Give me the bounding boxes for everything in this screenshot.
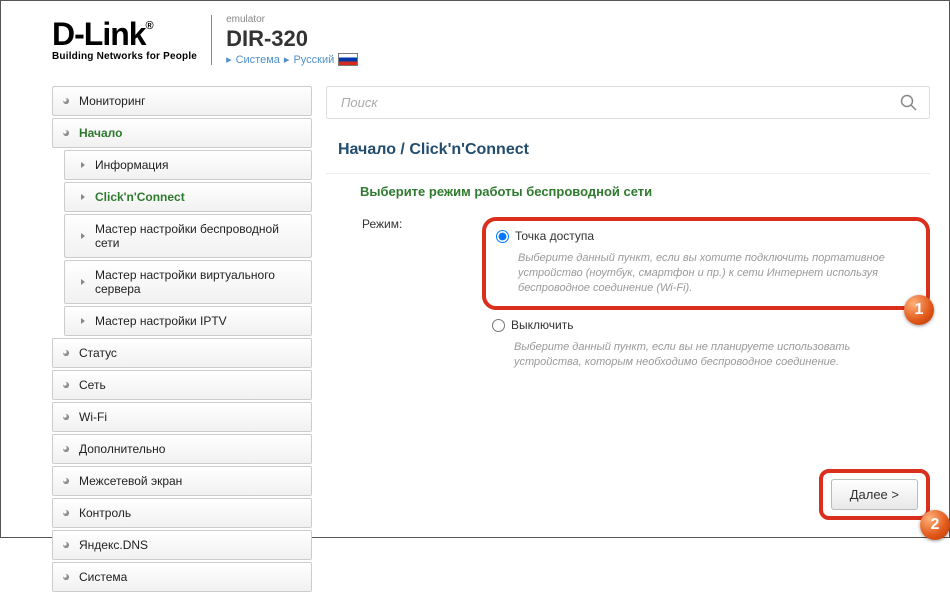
footer: Далее > 2 (819, 469, 930, 520)
search-icon (899, 93, 919, 113)
mode-options: Точка доступа Выберите данный пункт, есл… (482, 217, 930, 380)
sidebar-sub-info[interactable]: Информация (64, 150, 312, 180)
sidebar-sub-cnc[interactable]: Click'n'Connect (64, 182, 312, 212)
sidebar-item-status[interactable]: Статус (52, 338, 312, 368)
content: Поиск Начало / Click'n'Connect Выберите … (326, 86, 930, 380)
sidebar-sub-iptv[interactable]: Мастер настройки IPTV (64, 306, 312, 336)
sidebar: Мониторинг Начало Информация Click'n'Con… (52, 86, 312, 594)
radio-disable[interactable] (492, 319, 505, 332)
annotation-badge-2: 2 (920, 510, 950, 540)
sidebar-item-firewall[interactable]: Межсетевой экран (52, 466, 312, 496)
option-disable[interactable]: Выключить Выберите данный пункт, если вы… (482, 310, 930, 380)
sidebar-item-start[interactable]: Начало (52, 118, 312, 148)
search-input[interactable]: Поиск (326, 86, 930, 119)
sidebar-item-control[interactable]: Контроль (52, 498, 312, 528)
sidebar-sub-wireless[interactable]: Мастер настройки беспроводной сети (64, 214, 312, 258)
sidebar-item-system[interactable]: Система (52, 562, 312, 592)
mode-label: Режим: (362, 217, 482, 231)
sidebar-sub-vserver[interactable]: Мастер настройки виртуального сервера (64, 260, 312, 304)
panel: Выберите режим работы беспроводной сети … (326, 173, 930, 380)
sidebar-item-advanced[interactable]: Дополнительно (52, 434, 312, 464)
sidebar-item-wifi[interactable]: Wi-Fi (52, 402, 312, 432)
option-desc: Выберите данный пункт, если вы хотите по… (518, 251, 892, 296)
sidebar-item-network[interactable]: Сеть (52, 370, 312, 400)
breadcrumb: Начало / Click'n'Connect (338, 141, 930, 159)
option-desc: Выберите данный пункт, если вы не планир… (514, 340, 896, 370)
panel-subtitle: Выберите режим работы беспроводной сети (360, 184, 930, 199)
option-access-point[interactable]: Точка доступа Выберите данный пункт, есл… (482, 217, 930, 310)
sidebar-item-monitoring[interactable]: Мониторинг (52, 86, 312, 116)
sidebar-item-yandexdns[interactable]: Яндекс.DNS (52, 530, 312, 560)
next-button[interactable]: Далее > (831, 479, 918, 510)
radio-access-point[interactable] (496, 230, 509, 243)
